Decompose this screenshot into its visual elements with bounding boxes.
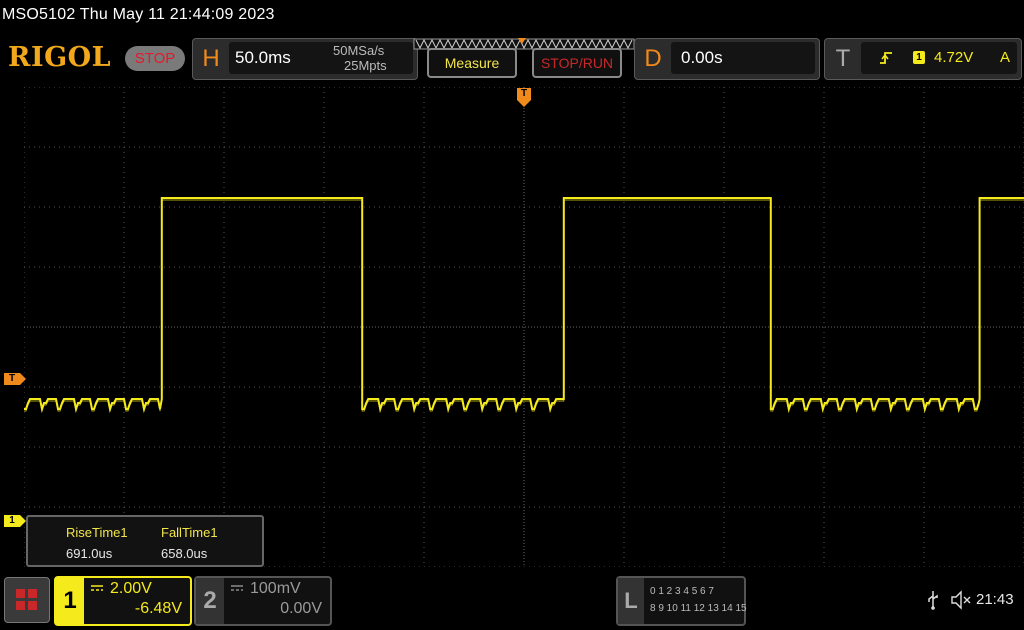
trigger-panel[interactable]: T 1 4.72V A xyxy=(824,38,1022,80)
usb-icon xyxy=(928,591,938,610)
logic-channels-row1: 0 1 2 3 4 5 6 7 xyxy=(650,586,714,597)
run-state-badge[interactable]: STOP xyxy=(125,46,185,71)
channel2-panel[interactable]: 2 100mV 0.00V xyxy=(194,576,332,626)
horizontal-panel[interactable]: H 50.0ms 50MSa/s 25Mpts xyxy=(192,38,418,80)
measurement-value-rise: 691.0us xyxy=(66,546,113,561)
speaker-mute-icon[interactable] xyxy=(950,590,972,610)
clock-time: 21:43 xyxy=(976,591,1014,608)
horizontal-readout: 50.0ms 50MSa/s 25Mpts xyxy=(229,42,413,74)
sample-rate: 50MSa/s xyxy=(333,43,385,58)
title-bar: MSO5102 Thu May 11 21:44:09 2023 xyxy=(0,0,1024,34)
dc-coupling-icon xyxy=(231,585,243,591)
horizontal-letter: H xyxy=(202,45,220,72)
timebase-value: 50.0ms xyxy=(235,48,291,67)
delay-value: 0.00s xyxy=(681,48,723,67)
channel1-scale: 2.00V xyxy=(110,580,152,597)
trigger-level-arrow xyxy=(20,373,26,385)
delay-letter: D xyxy=(644,45,662,72)
channel1-ground-marker[interactable]: 1 xyxy=(4,515,20,527)
trigger-source-badge: 1 xyxy=(913,51,925,64)
trigger-position-marker[interactable]: T xyxy=(517,88,531,100)
measurement-label-fall: FallTime1 xyxy=(161,525,218,540)
instrument-title: MSO5102 Thu May 11 21:44:09 2023 xyxy=(2,6,275,23)
channel1-panel[interactable]: 1 2.00V -6.48V xyxy=(54,576,192,626)
waveform-display[interactable] xyxy=(24,87,1024,567)
memory-depth: 25Mpts xyxy=(344,58,387,73)
footer-bar: 1 2.00V -6.48V 2 100mV 0.00V L 0 1 2 3 4… xyxy=(0,572,1024,630)
measurement-value-fall: 658.0us xyxy=(161,546,208,561)
trigger-position-arrow xyxy=(517,100,531,107)
trigger-level: 4.72V xyxy=(934,49,974,66)
logic-analyzer-panel[interactable]: L 0 1 2 3 4 5 6 7 8 9 10 11 12 13 14 15 xyxy=(616,576,747,626)
trigger-level-marker[interactable]: T xyxy=(4,373,20,385)
channel1-number: 1 xyxy=(56,578,84,624)
header-toolbar: RIGOL STOP H 50.0ms 50MSa/s 25Mpts Measu… xyxy=(0,34,1024,84)
logic-letter: L xyxy=(618,578,644,624)
stop-run-button[interactable]: STOP/RUN xyxy=(532,48,622,78)
menu-grid-icon xyxy=(16,589,37,610)
brand-logo: RIGOL xyxy=(8,42,112,73)
trigger-readout: 1 4.72V A xyxy=(861,42,1017,74)
channel2-scale: 100mV xyxy=(250,580,301,597)
dc-coupling-icon xyxy=(91,585,103,591)
measure-button[interactable]: Measure xyxy=(427,48,517,78)
logic-channels-row2: 8 9 10 11 12 13 14 15 xyxy=(650,603,747,614)
delay-readout: 0.00s xyxy=(671,42,815,74)
trigger-mode: A xyxy=(1000,49,1011,66)
measurement-label-rise: RiseTime1 xyxy=(66,525,128,540)
measurement-panel[interactable]: RiseTime1 FallTime1 691.0us 658.0us xyxy=(26,515,264,567)
channel2-number: 2 xyxy=(196,578,224,624)
channel1-offset: -6.48V xyxy=(134,600,182,617)
delay-panel[interactable]: D 0.00s xyxy=(634,38,820,80)
rising-edge-icon xyxy=(880,52,892,64)
main-menu-button[interactable] xyxy=(4,577,50,623)
trigger-letter: T xyxy=(835,45,851,72)
channel2-offset: 0.00V xyxy=(280,600,322,617)
